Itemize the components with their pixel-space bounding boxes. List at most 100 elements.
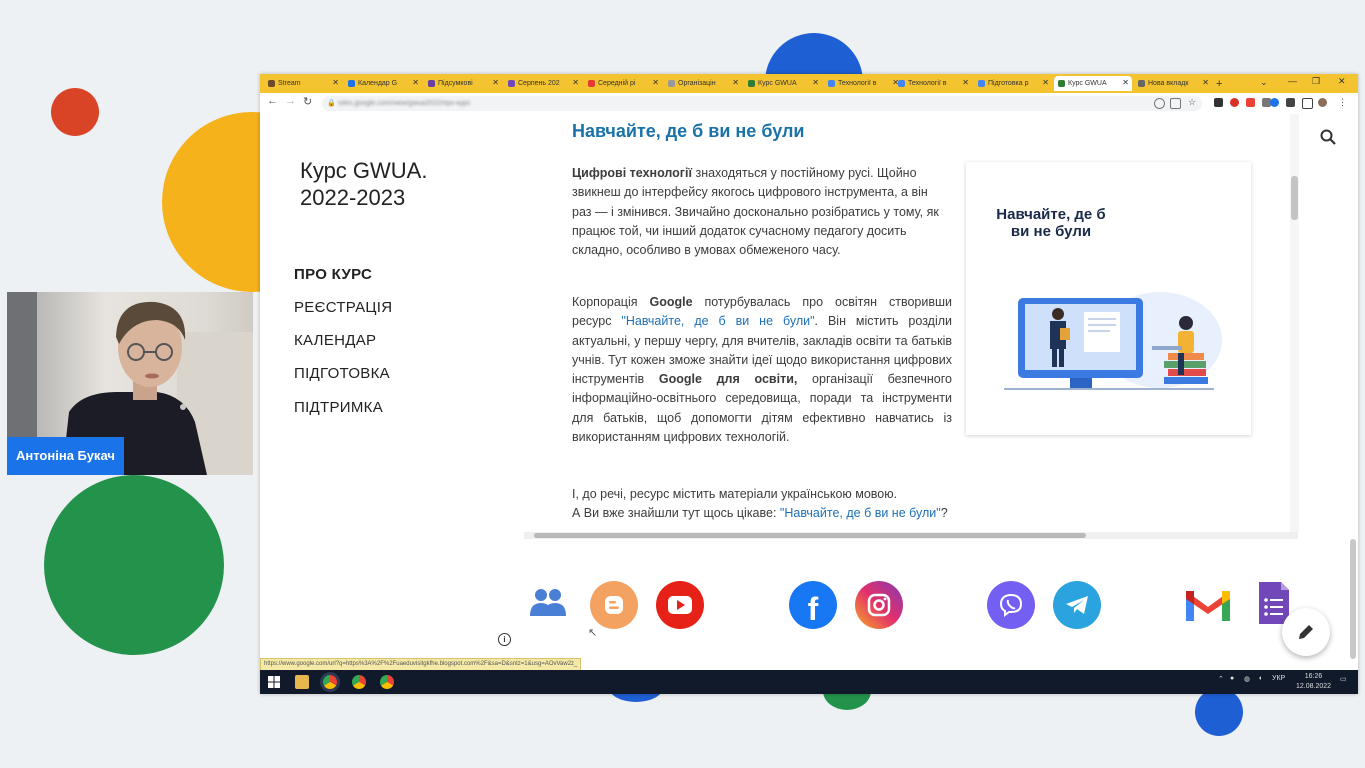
promo-title: Навчайте, де б ви не були — [996, 206, 1106, 240]
nav-item-preparation[interactable]: ПІДГОТОВКА — [294, 365, 390, 382]
nav-item-calendar[interactable]: КАЛЕНДАР — [294, 332, 376, 349]
close-tab-icon[interactable]: ✕ — [332, 78, 339, 87]
nav-item-registration[interactable]: РЕЄСТРАЦІЯ — [294, 299, 392, 316]
network-icon[interactable]: ◍ — [1244, 675, 1250, 683]
browser-tab[interactable]: Серпень 202 ✕ — [504, 76, 582, 91]
browser-tab[interactable]: Технології в ✕ — [824, 76, 902, 91]
bookmark-star-icon[interactable]: ☆ — [1188, 98, 1197, 107]
browser-tab[interactable]: Stream ✕ — [264, 76, 342, 91]
zoom-icon[interactable] — [1154, 98, 1165, 109]
article-paragraph-3: І, до речі, ресурс містить матеріали укр… — [572, 487, 898, 501]
close-tab-icon[interactable]: ✕ — [1122, 78, 1129, 87]
tab-strip: Stream ✕ Календар G ✕ Підсумкові ✕ Серпень … — [260, 74, 1358, 93]
page-content: Курс GWUA. 2022-2023 ПРО КУРС РЕЄСТРАЦІЯ… — [260, 114, 1358, 669]
instagram-icon[interactable] — [855, 581, 903, 629]
browser-tab[interactable]: Нова вкладк ✕ — [1134, 76, 1212, 91]
article-heading: Навчайте, де б ви не були — [572, 121, 805, 141]
notifications-icon[interactable]: ▭ — [1340, 675, 1347, 683]
edit-fab-button[interactable] — [1282, 608, 1330, 656]
nav-item-support[interactable]: ПІДТРИМКА — [294, 399, 383, 416]
close-tab-icon[interactable]: ✕ — [492, 78, 499, 87]
close-tab-icon[interactable]: ✕ — [962, 78, 969, 87]
browser-tab[interactable]: Курс GWUA ✕ — [744, 76, 822, 91]
restore-icon[interactable]: ❐ — [1312, 76, 1320, 87]
chrome-icon[interactable] — [380, 675, 394, 689]
tab-favicon-icon — [588, 80, 595, 87]
tab-favicon-icon — [348, 80, 355, 87]
extension-gmail-icon[interactable] — [1246, 98, 1255, 107]
browser-tab[interactable]: Організацін ✕ — [664, 76, 742, 91]
groups-icon[interactable] — [524, 579, 572, 627]
file-explorer-icon[interactable] — [295, 675, 309, 689]
browser-tab[interactable]: Середній рі ✕ — [584, 76, 662, 91]
tray-chevron-icon[interactable]: ⌃ — [1218, 675, 1224, 683]
extension-pen-icon[interactable] — [1214, 98, 1223, 107]
menu-dots-icon[interactable]: ⋮ — [1338, 98, 1347, 107]
reload-icon[interactable]: ↻ — [303, 95, 312, 108]
mouse-cursor-icon: ↖ — [588, 627, 598, 639]
tab-favicon-icon — [978, 80, 985, 87]
decor-circle-green — [44, 475, 224, 655]
windows-taskbar: ⌃ ● ◍ ◖ УКР 16:26 12.08.2022 ▭ — [260, 670, 1358, 694]
browser-window: Stream ✕ Календар G ✕ Підсумкові ✕ Серпень … — [260, 74, 1358, 694]
close-tab-icon[interactable]: ✕ — [652, 78, 659, 87]
close-tab-icon[interactable]: ✕ — [812, 78, 819, 87]
search-icon[interactable] — [1320, 129, 1336, 145]
gmail-icon[interactable] — [1184, 581, 1232, 629]
viber-icon[interactable] — [987, 581, 1035, 629]
resource-link-2[interactable]: "Навчайте, де б ви не були" — [780, 506, 941, 520]
extension-red-icon[interactable] — [1230, 98, 1239, 107]
forward-icon[interactable]: → — [285, 95, 296, 107]
browser-tab-active[interactable]: Курс GWUA ✕ — [1054, 76, 1132, 91]
blogger-icon[interactable] — [590, 581, 638, 629]
windows-start-icon[interactable] — [267, 675, 281, 689]
page-scrollbar-thumb[interactable] — [1350, 539, 1356, 659]
decor-circle-blue-bottom — [1195, 688, 1243, 736]
browser-tab[interactable]: Підготовка р ✕ — [974, 76, 1052, 91]
youtube-icon[interactable] — [656, 581, 704, 629]
close-tab-icon[interactable]: ✕ — [412, 78, 419, 87]
new-tab-button[interactable]: + — [1212, 76, 1228, 91]
horizontal-scrollbar[interactable] — [524, 532, 1298, 539]
tab-favicon-icon — [898, 80, 905, 87]
extensions-puzzle-icon[interactable] — [1286, 98, 1295, 107]
browser-tab[interactable]: Технології в ✕ — [894, 76, 972, 91]
site-title[interactable]: Курс GWUA. 2022-2023 — [300, 157, 480, 211]
system-clock[interactable]: 16:26 12.08.2022 — [1296, 672, 1331, 692]
chrome-icon[interactable] — [323, 675, 337, 689]
horizontal-scrollbar-thumb[interactable] — [534, 533, 1086, 538]
share-icon[interactable] — [1170, 98, 1181, 109]
close-tab-icon[interactable]: ✕ — [1202, 78, 1209, 87]
tab-favicon-icon — [1138, 80, 1145, 87]
url-input[interactable]: 🔒 sites.google.com/view/gwua2022/про-кур… — [322, 96, 1202, 111]
facebook-icon[interactable]: f — [789, 581, 837, 629]
tab-favicon-icon — [508, 80, 515, 87]
tab-search-icon[interactable]: ⌄ — [1260, 77, 1268, 88]
nav-item-about[interactable]: ПРО КУРС — [294, 266, 372, 283]
telegram-icon[interactable] — [1053, 581, 1101, 629]
back-icon[interactable]: ← — [267, 95, 278, 107]
decor-circle-red — [51, 88, 99, 136]
resource-link[interactable]: "Навчайте, де б ви не були" — [621, 314, 814, 328]
article-paragraph-2: Корпорація Google потурбувалась про осві… — [572, 295, 952, 445]
article-paragraph-4: А Ви вже знайшли тут щось цікаве: "Навча… — [572, 506, 948, 520]
info-icon[interactable]: i — [498, 633, 511, 646]
content-scrollbar-thumb[interactable] — [1291, 176, 1298, 220]
close-tab-icon[interactable]: ✕ — [1042, 78, 1049, 87]
browser-tab[interactable]: Підсумкові ✕ — [424, 76, 502, 91]
input-language[interactable]: УКР — [1272, 675, 1285, 682]
profile-avatar[interactable] — [1318, 98, 1327, 107]
promo-card[interactable]: Навчайте, де б ви не були — [966, 162, 1251, 435]
tab-favicon-icon — [748, 80, 755, 87]
volume-icon[interactable]: ◖ — [1258, 675, 1262, 682]
close-tab-icon[interactable]: ✕ — [732, 78, 739, 87]
sidepanel-icon[interactable] — [1302, 98, 1313, 109]
chrome-icon[interactable] — [352, 675, 366, 689]
browser-tab[interactable]: Календар G ✕ — [344, 76, 422, 91]
close-tab-icon[interactable]: ✕ — [572, 78, 579, 87]
close-window-icon[interactable]: ✕ — [1338, 76, 1346, 87]
content-scrollbar[interactable] — [1290, 114, 1299, 532]
extension-blue-icon[interactable] — [1270, 98, 1279, 107]
minimize-icon[interactable]: — — [1288, 76, 1297, 86]
microphone-icon[interactable]: ● — [1230, 675, 1234, 682]
